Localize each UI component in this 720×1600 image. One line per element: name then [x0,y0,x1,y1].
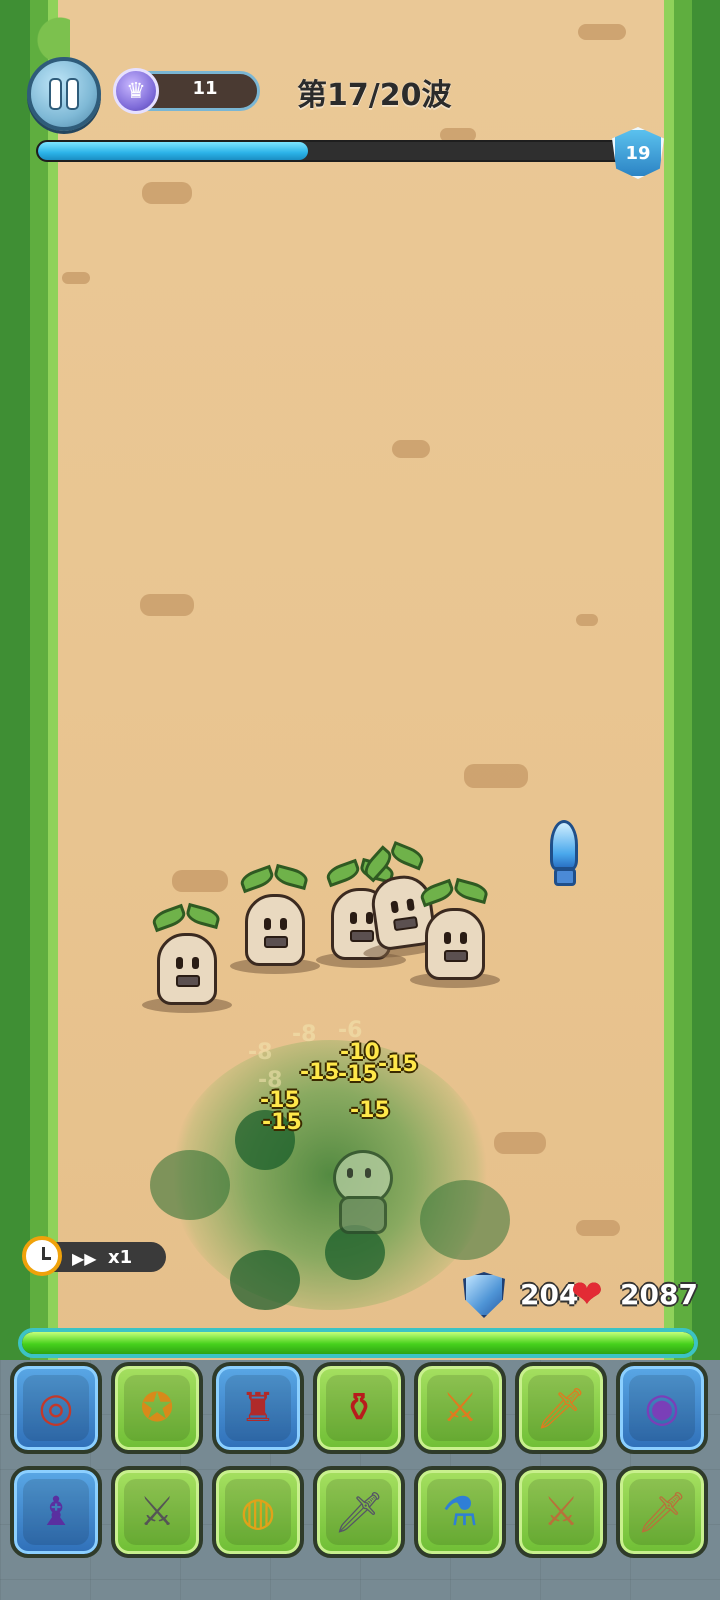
inventory-slot[interactable]: ◉ [616,1362,708,1454]
round-shield-icon: ◎ [23,1375,89,1441]
pause-icon [51,80,60,108]
damage-number: -15 [378,1052,418,1077]
inventory-slot[interactable]: ⚔ [414,1362,506,1454]
damage-number: -15 [262,1110,302,1135]
pause-icon-bar [68,80,77,108]
purple-cloak-icon: ♝ [23,1479,89,1545]
poison-puff [420,1180,510,1260]
damage-number: -15 [350,1098,390,1123]
dirt-patch [172,870,228,892]
hp-bar [18,1328,698,1358]
damage-number: -6 [338,1018,363,1043]
poison-puff [150,1150,230,1220]
tree-stump-enemy [230,863,320,974]
dirt-patch [578,24,626,40]
poison-puff [230,1250,300,1310]
hp-value: 2087 [620,1278,698,1311]
inventory-slot[interactable]: ⚱ [313,1362,405,1454]
purple-shield-icon: ◉ [629,1375,695,1441]
inventory-slot[interactable]: 🗡 [616,1466,708,1558]
red-potion-icon: ⚱ [326,1375,392,1441]
wooden-sword-icon: ⚔ [528,1479,594,1545]
dirt-patch [62,272,90,284]
shield-value: 204 [520,1278,579,1311]
tree-stump-enemy [410,877,500,988]
crown-icon: ♛ [113,68,159,114]
wave-progress-fill [38,142,308,160]
inventory-slot[interactable]: ◎ [10,1362,102,1454]
game-stage: ♛ 11 第17/20波 19 -15 -15 -15 -15 -15 -10 … [0,0,720,1600]
damage-number: -8 [292,1022,317,1047]
left-grass-border [0,0,70,1360]
hp-bar-fill [22,1332,694,1354]
orange-dagger-icon: 🗡 [528,1375,594,1441]
crown-count: 11 [192,78,218,99]
steel-dagger-icon: 🗡 [326,1479,392,1545]
inventory-slot[interactable]: ♜ [212,1362,304,1454]
orange-sword-icon: ⚔ [427,1375,493,1441]
inventory-slot[interactable]: ⚔ [111,1466,203,1558]
hero-character [325,1140,395,1234]
inventory-panel: ◎ ✪ ♜ ⚱ ⚔ 🗡 ◉ ♝ ⚔ ◍ 🗡 ⚗ ⚔ 🗡 [0,1360,720,1600]
dirt-patch [142,182,192,204]
dirt-patch [576,1220,620,1236]
inventory-slot[interactable]: ⚔ [515,1466,607,1558]
gold-ring-icon: ◍ [225,1479,291,1545]
damage-number: -8 [258,1068,283,1093]
inventory-slot[interactable]: ♝ [10,1466,102,1558]
red-robe-icon: ♜ [225,1375,291,1441]
gold-amulet-icon: ✪ [124,1375,190,1441]
heart-icon: ❤ [571,1272,603,1316]
speed-multiplier: x1 [108,1247,133,1268]
dirt-patch [140,594,194,616]
dirt-patch [464,764,528,788]
inventory-slot[interactable]: ✪ [111,1362,203,1454]
right-grass-border [650,0,720,1360]
damage-number: -15 [300,1060,340,1085]
iron-sword-icon: ⚔ [124,1479,190,1545]
tree-stump-enemy [142,902,232,1013]
clock-icon [22,1236,62,1276]
fast-forward-icon: ▶▶ [72,1249,97,1268]
pause-button[interactable] [27,57,101,131]
level-number: 19 [625,142,651,164]
damage-number: -15 [338,1062,378,1087]
wave-progress-bar [36,140,626,162]
bronze-dagger-icon: 🗡 [629,1479,695,1545]
dirt-patch [576,614,598,626]
inventory-slot[interactable]: ⚗ [414,1466,506,1558]
wave-label: 第17/20波 [297,78,452,113]
damage-number: -10 [340,1040,380,1065]
dirt-patch [494,1132,546,1154]
blue-potion-icon: ⚗ [427,1479,493,1545]
damage-number: -8 [248,1040,273,1065]
inventory-slot[interactable]: 🗡 [515,1362,607,1454]
inventory-slot[interactable]: ◍ [212,1466,304,1558]
inventory-slot[interactable]: 🗡 [313,1466,405,1558]
speed-control[interactable]: ▶▶ x1 [22,1236,166,1276]
blue-crystal-drop[interactable] [548,820,582,890]
dirt-patch [392,440,430,458]
